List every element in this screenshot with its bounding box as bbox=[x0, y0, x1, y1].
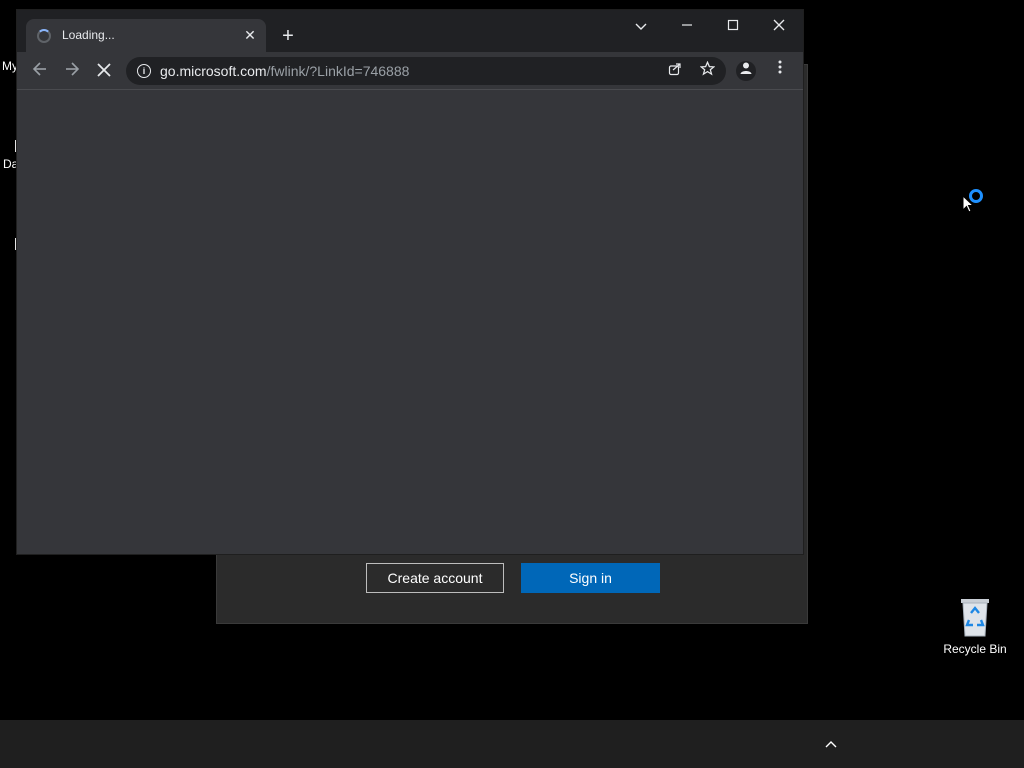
address-bar[interactable]: i go.microsoft.com/fwlink/?LinkId=746888 bbox=[126, 57, 726, 85]
recycle-bin[interactable]: Recycle Bin bbox=[942, 596, 1008, 666]
browser-toolbar: i go.microsoft.com/fwlink/?LinkId=746888 bbox=[17, 52, 803, 90]
forward-button[interactable] bbox=[59, 58, 85, 84]
minimize-button[interactable] bbox=[672, 14, 702, 38]
url-text[interactable]: go.microsoft.com/fwlink/?LinkId=746888 bbox=[160, 63, 409, 79]
loading-spinner-icon bbox=[37, 29, 51, 43]
new-tab-button[interactable]: + bbox=[276, 24, 300, 48]
url-path: /fwlink/?LinkId=746888 bbox=[266, 63, 410, 79]
stop-button[interactable] bbox=[91, 58, 117, 84]
recycle-bin-label: Recycle Bin bbox=[943, 642, 1007, 656]
page-content[interactable] bbox=[17, 90, 803, 554]
tab-title: Loading... bbox=[62, 28, 115, 42]
close-window-button[interactable] bbox=[764, 14, 794, 38]
browser-window: Loading... ✕ + i go.microsoft.com/fwlink… bbox=[17, 10, 803, 554]
tab-search-icon[interactable] bbox=[626, 14, 656, 38]
site-info-icon[interactable]: i bbox=[137, 64, 151, 78]
kebab-menu-icon[interactable] bbox=[772, 60, 788, 80]
url-host: go.microsoft.com bbox=[160, 63, 267, 79]
tab-close-icon[interactable]: ✕ bbox=[240, 25, 260, 45]
recycle-bin-icon bbox=[958, 596, 992, 637]
maximize-button[interactable] bbox=[718, 14, 748, 38]
create-account-button[interactable]: Create account bbox=[366, 563, 504, 593]
back-button[interactable] bbox=[27, 58, 53, 84]
taskbar bbox=[0, 720, 1024, 768]
browser-tab[interactable]: Loading... ✕ bbox=[26, 19, 266, 52]
desktop: My Da Create account Sign in Loading... … bbox=[0, 0, 1024, 720]
profile-icon[interactable] bbox=[736, 61, 756, 81]
browser-titlebar[interactable]: Loading... ✕ + bbox=[17, 10, 803, 52]
share-icon[interactable] bbox=[665, 61, 685, 81]
chevron-up-icon[interactable] bbox=[820, 733, 842, 755]
desktop-icon-label-fragment[interactable]: My bbox=[2, 59, 18, 73]
bookmark-star-icon[interactable] bbox=[697, 60, 717, 81]
sign-in-button[interactable]: Sign in bbox=[521, 563, 660, 593]
